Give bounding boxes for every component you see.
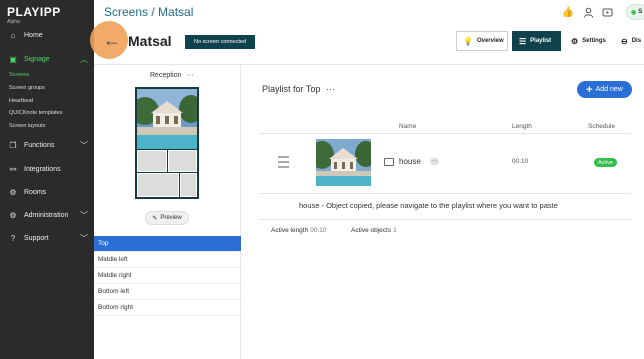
chevron-down-icon: ﹀ bbox=[80, 234, 88, 243]
support-icon: ? bbox=[10, 233, 16, 243]
thumbs-up-icon[interactable]: 👍 bbox=[561, 5, 575, 19]
active-length-label: Active length bbox=[271, 227, 309, 234]
arrow-left-icon: ← bbox=[103, 29, 121, 50]
tab-display[interactable]: ⊖ Dis bbox=[614, 31, 644, 51]
active-objects-label: Active objects bbox=[351, 227, 392, 234]
back-button[interactable]: ← bbox=[90, 21, 128, 59]
sidebar-item-label: Integrations bbox=[24, 165, 61, 173]
s-button[interactable]: ◉ S bbox=[626, 4, 644, 20]
zone-bottom-left[interactable] bbox=[137, 173, 179, 197]
tab-label: Settings bbox=[582, 38, 606, 44]
sidebar-item-label: Signage bbox=[24, 55, 50, 63]
zone-middle-left[interactable] bbox=[137, 150, 167, 172]
app-logo-sub: Alpha bbox=[7, 19, 20, 25]
rooms-icon: ⚙ bbox=[9, 187, 17, 197]
playlist-menu-button[interactable]: ··· bbox=[326, 84, 335, 94]
column-header-name[interactable]: Name bbox=[399, 123, 416, 130]
tab-label: Dis bbox=[631, 38, 642, 44]
breadcrumb[interactable]: Screens / Matsal bbox=[104, 5, 193, 19]
sidebar-subitem-screen-groups[interactable]: Screen groups bbox=[9, 85, 45, 91]
playlist-title-text: Playlist for Top bbox=[262, 84, 321, 94]
item-length: 00:10 bbox=[512, 158, 529, 165]
zone-bottom-right[interactable] bbox=[180, 173, 197, 197]
zone-list-item-bottom-right[interactable]: Bottom right bbox=[94, 300, 241, 316]
item-options-button[interactable]: ··· bbox=[430, 158, 439, 165]
column-header-length[interactable]: Length bbox=[512, 123, 532, 130]
status-badge[interactable]: Active bbox=[594, 158, 617, 167]
playlist-icon: ☰ bbox=[519, 36, 527, 46]
home-icon: ⌂ bbox=[10, 30, 16, 40]
add-new-button[interactable]: + Add new bbox=[577, 81, 632, 98]
tab-label: Overview bbox=[476, 38, 504, 44]
video-icon[interactable] bbox=[600, 5, 614, 19]
sidebar-subitem-quicknote-templates[interactable]: QUICKnote templates bbox=[9, 110, 63, 116]
tab-label: Playlist bbox=[530, 38, 552, 44]
active-length: Active length 00:10 bbox=[271, 227, 327, 234]
functions-icon: ❐ bbox=[9, 140, 17, 150]
sidebar-item-label: Support bbox=[24, 234, 49, 242]
image-icon bbox=[384, 158, 394, 166]
layout-menu-button[interactable]: ··· bbox=[186, 72, 193, 79]
sidebar-item-support[interactable]: ? Support ﹀ bbox=[0, 229, 94, 247]
zone-list-item-top[interactable]: Top bbox=[94, 236, 241, 252]
sidebar-item-rooms[interactable]: ⚙ Rooms bbox=[0, 183, 94, 201]
zone-list-item-middle-left[interactable]: Middle left bbox=[94, 252, 241, 268]
item-thumbnail[interactable] bbox=[316, 139, 371, 186]
tab-settings[interactable]: ⚙ Settings bbox=[564, 31, 612, 51]
item-name: house bbox=[399, 157, 421, 166]
s-button-label: S bbox=[638, 9, 643, 15]
app-logo[interactable]: PLAYIPP bbox=[7, 5, 61, 19]
active-objects: Active objects 1 bbox=[351, 227, 397, 234]
signage-icon: ▣ bbox=[9, 54, 17, 64]
chevron-down-icon: ﹀ bbox=[80, 141, 88, 150]
zone-top-image[interactable] bbox=[137, 89, 197, 149]
display-icon: ⊖ bbox=[621, 36, 628, 46]
chevron-up-icon: ︿ bbox=[80, 55, 88, 64]
chevron-down-icon: ﹀ bbox=[80, 211, 88, 220]
user-icon[interactable] bbox=[581, 5, 595, 19]
preview-button[interactable]: ✎ Preview bbox=[145, 211, 189, 225]
sidebar-item-administration[interactable]: ⚙ Administration ﹀ bbox=[0, 206, 94, 224]
layout-name: Reception ··· bbox=[150, 72, 193, 79]
preview-icon: ✎ bbox=[152, 215, 158, 222]
sidebar-item-label: Rooms bbox=[24, 188, 47, 196]
administration-icon: ⚙ bbox=[9, 210, 17, 220]
drag-handle-icon[interactable] bbox=[278, 156, 289, 168]
sidebar-subitem-screen-layouts[interactable]: Screen layouts bbox=[9, 123, 45, 129]
gear-icon: ⚙ bbox=[571, 36, 579, 46]
sidebar-item-integrations[interactable]: ⚯ Integrations bbox=[0, 160, 94, 178]
bulb-icon: 💡 bbox=[463, 36, 473, 46]
sidebar-item-label: Administration bbox=[24, 211, 69, 219]
active-objects-value: 1 bbox=[393, 227, 397, 234]
preview-label: Preview bbox=[160, 215, 182, 221]
row-divider bbox=[259, 219, 631, 220]
zone-middle-right[interactable] bbox=[168, 150, 197, 172]
layout-name-text: Reception bbox=[150, 72, 182, 79]
copy-notice: house - Object copied, please navigate t… bbox=[299, 201, 558, 210]
sidebar-subitem-heartbeat[interactable]: Heartbeat bbox=[9, 98, 33, 104]
sidebar-item-signage[interactable]: ▣ Signage ︿ bbox=[0, 50, 94, 68]
sidebar-item-label: Functions bbox=[24, 141, 55, 149]
column-header-schedule[interactable]: Schedule bbox=[588, 123, 615, 130]
sidebar-item-label: Home bbox=[24, 31, 43, 39]
active-length-value: 00:10 bbox=[310, 227, 327, 234]
add-new-label: Add new bbox=[595, 86, 623, 93]
sidebar-item-functions[interactable]: ❐ Functions ﹀ bbox=[0, 136, 94, 154]
sidebar-subitem-screens[interactable]: Screens bbox=[9, 72, 29, 78]
plus-icon: + bbox=[586, 83, 593, 96]
table-header-divider bbox=[259, 133, 631, 134]
page-title: Matsal bbox=[128, 33, 172, 49]
tab-playlist[interactable]: ☰ Playlist bbox=[512, 31, 561, 51]
s-button-icon: ◉ bbox=[631, 9, 637, 16]
playlist-title: Playlist for Top ··· bbox=[262, 84, 335, 94]
zone-list-item-middle-right[interactable]: Middle right bbox=[94, 268, 241, 284]
row-divider bbox=[259, 193, 631, 194]
tab-overview[interactable]: 💡 Overview bbox=[456, 31, 508, 51]
integrations-icon: ⚯ bbox=[9, 164, 17, 174]
status-badge: No screen connected bbox=[185, 35, 255, 49]
zone-list-item-bottom-left[interactable]: Bottom left bbox=[94, 284, 241, 300]
sidebar: PLAYIPP Alpha ⌂ Home ▣ Signage ︿ Screens… bbox=[0, 0, 94, 359]
sidebar-item-home[interactable]: ⌂ Home bbox=[0, 26, 94, 44]
